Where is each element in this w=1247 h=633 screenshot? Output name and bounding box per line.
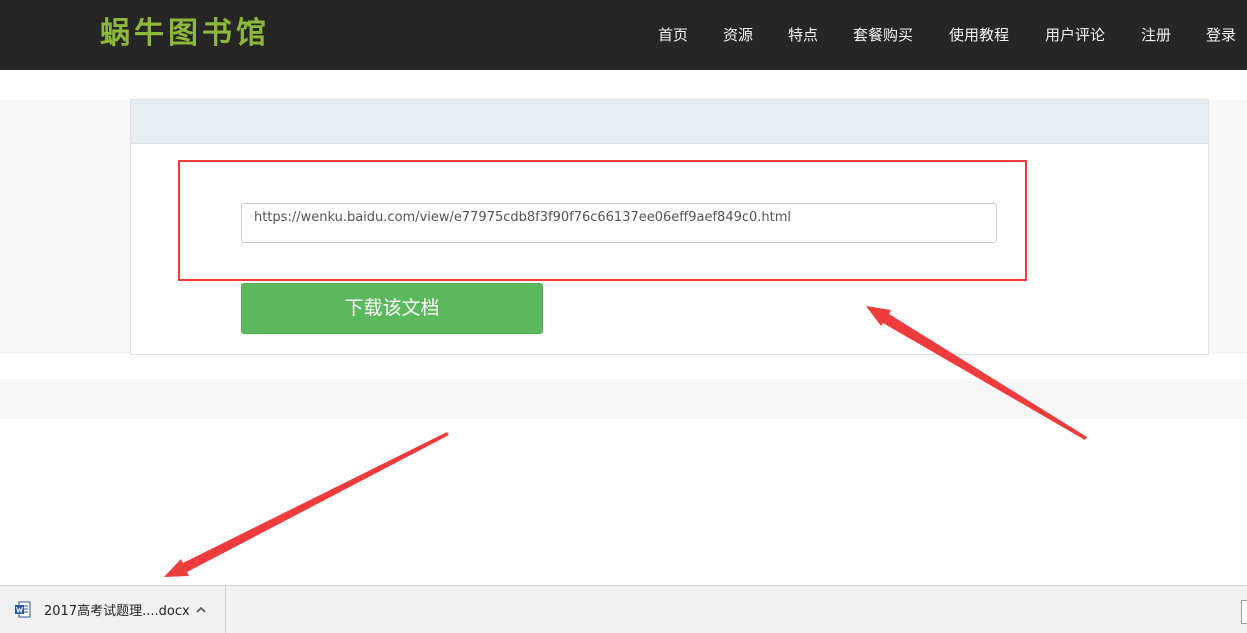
downloaded-file-name: 2017高考试题理....docx [44,604,190,619]
nav-register[interactable]: 注册 [1141,24,1171,46]
browser-download-bar: 2017高考试题理....docx [0,585,1247,633]
site-logo[interactable]: 蜗牛图书馆 [100,14,270,54]
nav-home[interactable]: 首页 [658,24,688,46]
chevron-up-icon[interactable] [195,603,207,617]
footer-band [0,379,1247,419]
nav-user-reviews[interactable]: 用户评论 [1045,24,1105,46]
document-url-input[interactable] [241,203,997,243]
annotation-arrow-to-download [164,432,449,577]
panel-heading [131,100,1208,144]
nav-package-purchase[interactable]: 套餐购买 [853,24,913,46]
shelf-edge-control[interactable] [1241,600,1247,624]
download-document-button[interactable]: 下载该文档 [241,283,543,334]
nav-features[interactable]: 特点 [788,24,818,46]
word-document-icon [15,601,31,618]
nav-login[interactable]: 登录 [1206,24,1236,46]
nav-tutorial[interactable]: 使用教程 [949,24,1009,46]
downloaded-file-item[interactable]: 2017高考试题理....docx [0,586,226,633]
nav-resources[interactable]: 资源 [723,24,753,46]
top-nav-bar: 蜗牛图书馆 首页 资源 特点 套餐购买 使用教程 用户评论 注册 登录 [0,0,1247,70]
